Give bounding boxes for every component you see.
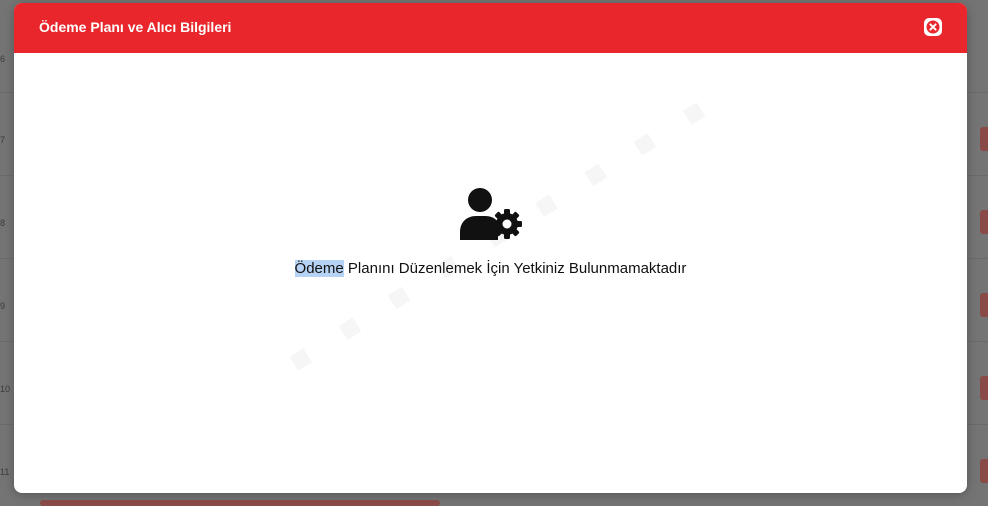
modal-header: Ödeme Planı ve Alıcı Bilgileri — [14, 3, 967, 53]
user-gear-icon — [460, 188, 522, 240]
row-action-tab — [980, 127, 988, 151]
selected-text: Ödeme — [294, 260, 344, 277]
row-action-tab — [980, 376, 988, 400]
row-number: 9 — [0, 301, 6, 311]
background-bar — [40, 500, 440, 506]
row-number: 7 — [0, 135, 6, 145]
row-action-tab — [980, 459, 988, 483]
row-number: 8 — [0, 218, 6, 228]
permission-message: Ödeme Planını Düzenlemek İçin Yetkiniz B… — [14, 260, 967, 277]
modal-title: Ödeme Planı ve Alıcı Bilgileri — [39, 19, 232, 35]
row-number: 11 — [0, 467, 10, 477]
close-icon — [926, 20, 940, 34]
payment-plan-modal: Ödeme Planı ve Alıcı Bilgileri ■ ■ ■ ■ ■… — [14, 3, 967, 493]
row-number: 6 — [0, 54, 6, 64]
close-button[interactable] — [924, 18, 942, 36]
message-text: Planını Düzenlemek İçin Yetkiniz Bulunma… — [343, 260, 687, 277]
row-action-tab — [980, 293, 988, 317]
row-number: 10 — [0, 384, 11, 394]
row-action-tab — [980, 210, 988, 234]
modal-body: ■ ■ ■ ■ ■ ■ ■ ■ ■ Ödeme Planını Düzenlem… — [14, 53, 967, 493]
